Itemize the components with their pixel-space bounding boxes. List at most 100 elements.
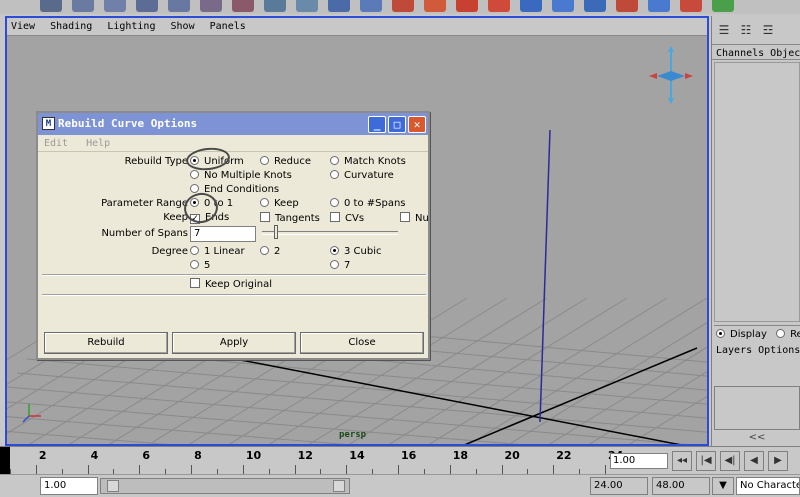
shelf-tool-icon[interactable] xyxy=(40,0,62,12)
range-end-field[interactable]: 24.00 xyxy=(590,477,648,495)
shelf-tool-icon[interactable] xyxy=(232,0,254,12)
curve[interactable] xyxy=(539,129,551,423)
display-radio[interactable] xyxy=(716,329,725,338)
shelf-tool-icon[interactable] xyxy=(72,0,94,12)
dialog-title: Rebuild Curve Options xyxy=(58,117,198,130)
shelf-tool-icon[interactable] xyxy=(712,0,734,12)
layers-menu[interactable]: Layers Options xyxy=(712,344,800,358)
rebuild-type-reduce[interactable]: Reduce xyxy=(260,156,311,167)
rebuild-type-no-multiple-knots[interactable]: No Multiple Knots xyxy=(190,170,292,181)
shelf-tool-icon[interactable] xyxy=(488,0,510,12)
parameter-range-keep[interactable]: Keep xyxy=(260,198,299,209)
shelf-tool-icon[interactable] xyxy=(424,0,446,12)
viewport-menu-view[interactable]: View xyxy=(11,21,35,32)
shelf-tool-icon[interactable] xyxy=(520,0,542,12)
range-end-handle[interactable] xyxy=(333,480,345,492)
panel-collapse-button[interactable]: << xyxy=(714,432,800,444)
keep-nu[interactable]: Nu xyxy=(400,212,429,224)
shelf-tool-icon[interactable] xyxy=(328,0,350,12)
channel-box-toggle-icon[interactable]: ☰ xyxy=(714,22,734,38)
range-slider-bar: 1.00 24.00 48.00 ▼ No Character S xyxy=(0,474,800,497)
attribute-editor-toggle-icon[interactable]: ☷ xyxy=(736,22,756,38)
rebuild-type-match-knots[interactable]: Match Knots xyxy=(330,156,406,167)
degree-1-linear-radio[interactable] xyxy=(190,246,199,255)
degree-5[interactable]: 5 xyxy=(190,260,210,271)
degree-2[interactable]: 2 xyxy=(260,246,280,257)
viewport-menu-panels[interactable]: Panels xyxy=(210,21,246,32)
number-of-spans-input[interactable]: 7 xyxy=(190,226,256,242)
range-slider[interactable] xyxy=(100,478,350,494)
rebuild-type-no-multiple-knots-radio[interactable] xyxy=(190,170,199,179)
maximize-icon[interactable]: □ xyxy=(388,116,406,133)
close-button[interactable]: Close xyxy=(300,332,424,354)
rebuild-type-curvature-label: Curvature xyxy=(344,170,394,181)
shelf-tool-icon[interactable] xyxy=(552,0,574,12)
degree-5-radio[interactable] xyxy=(190,260,199,269)
keep-cvs[interactable]: CVs xyxy=(330,212,364,224)
shelf-tool-icon[interactable] xyxy=(584,0,606,12)
minimize-icon[interactable]: _ xyxy=(368,116,386,133)
keep-tangents-checkbox[interactable] xyxy=(260,212,270,222)
keep-cvs-checkbox[interactable] xyxy=(330,212,340,222)
rebuild-button[interactable]: Rebuild xyxy=(44,332,168,354)
number-of-spans-slider[interactable] xyxy=(262,231,398,235)
apply-button[interactable]: Apply xyxy=(172,332,296,354)
keep-nu-checkbox[interactable] xyxy=(400,212,410,222)
number-of-spans-slider-handle[interactable] xyxy=(274,225,278,239)
degree-3-cubic[interactable]: 3 Cubic xyxy=(330,246,382,257)
tool-settings-toggle-icon[interactable]: ☲ xyxy=(758,22,778,38)
play-backward-icon[interactable]: ◀ xyxy=(744,451,764,471)
shelf-tool-icon[interactable] xyxy=(264,0,286,12)
dialog-menu-edit[interactable]: Edit xyxy=(44,138,68,149)
rebuild-type-end-conditions-radio[interactable] xyxy=(190,184,199,193)
character-set-dropdown-icon[interactable]: ▼ xyxy=(712,477,734,495)
parameter-range-0-to-spans[interactable]: 0 to #Spans xyxy=(330,198,406,209)
time-slider[interactable]: 24681012141618202224 1.00 ◂◂ |◀ ◀| ◀ ▶ xyxy=(0,446,800,475)
dialog-menu-help[interactable]: Help xyxy=(86,138,110,149)
degree-2-radio[interactable] xyxy=(260,246,269,255)
rebuild-type-match-knots-radio[interactable] xyxy=(330,156,339,165)
close-icon[interactable]: ✕ xyxy=(408,116,426,133)
character-set-field[interactable]: No Character S xyxy=(736,477,800,495)
shelf-tool-icon[interactable] xyxy=(648,0,670,12)
current-time-field[interactable]: 1.00 xyxy=(610,453,668,469)
play-forward-icon[interactable]: ▶ xyxy=(768,451,788,471)
animation-end-field[interactable]: 48.00 xyxy=(652,477,710,495)
viewport-menu-show[interactable]: Show xyxy=(171,21,195,32)
keep-original-checkbox[interactable] xyxy=(190,278,200,288)
shelf-tool-icon[interactable] xyxy=(392,0,414,12)
rebuild-type-reduce-radio[interactable] xyxy=(260,156,269,165)
degree-7[interactable]: 7 xyxy=(330,260,350,271)
keep-tangents[interactable]: Tangents xyxy=(260,212,320,224)
degree-3-cubic-radio[interactable] xyxy=(330,246,339,255)
shelf-tool-icon[interactable] xyxy=(456,0,478,12)
viewport-menu-shading[interactable]: Shading xyxy=(50,21,92,32)
shelf-tool-icon[interactable] xyxy=(136,0,158,12)
range-start-handle[interactable] xyxy=(107,480,119,492)
shelf-tool-icon[interactable] xyxy=(104,0,126,12)
shelf-tool-icon[interactable] xyxy=(360,0,382,12)
rebuild-type-curvature[interactable]: Curvature xyxy=(330,170,394,181)
time-slider-track[interactable]: 24681012141618202224 xyxy=(10,447,623,475)
step-back-frame-icon[interactable]: ◀| xyxy=(720,451,740,471)
shelf-tool-icon[interactable] xyxy=(168,0,190,12)
view-cube-gizmo[interactable] xyxy=(649,46,693,104)
degree-1-linear[interactable]: 1 Linear xyxy=(190,246,245,257)
render-radio[interactable] xyxy=(776,329,786,338)
degree-7-radio[interactable] xyxy=(330,260,339,269)
parameter-range-keep-radio[interactable] xyxy=(260,198,269,207)
channels-header[interactable]: Channels Object xyxy=(712,44,800,60)
animation-start-field[interactable]: 1.00 xyxy=(40,477,98,495)
step-back-key-icon[interactable]: |◀ xyxy=(696,451,716,471)
rebuild-type-curvature-radio[interactable] xyxy=(330,170,339,179)
viewport-menu-bar: View Shading Lighting Show Panels xyxy=(7,18,707,36)
parameter-range-0-to-spans-radio[interactable] xyxy=(330,198,339,207)
shelf-tool-icon[interactable] xyxy=(680,0,702,12)
shelf-tool-icon[interactable] xyxy=(616,0,638,12)
shelf-tool-icon[interactable] xyxy=(200,0,222,12)
keep-original[interactable]: Keep Original xyxy=(190,278,272,290)
dialog-title-bar[interactable]: M Rebuild Curve Options _ □ ✕ xyxy=(38,113,428,135)
go-to-start-icon[interactable]: ◂◂ xyxy=(672,451,692,471)
viewport-menu-lighting[interactable]: Lighting xyxy=(107,21,155,32)
shelf-tool-icon[interactable] xyxy=(296,0,318,12)
